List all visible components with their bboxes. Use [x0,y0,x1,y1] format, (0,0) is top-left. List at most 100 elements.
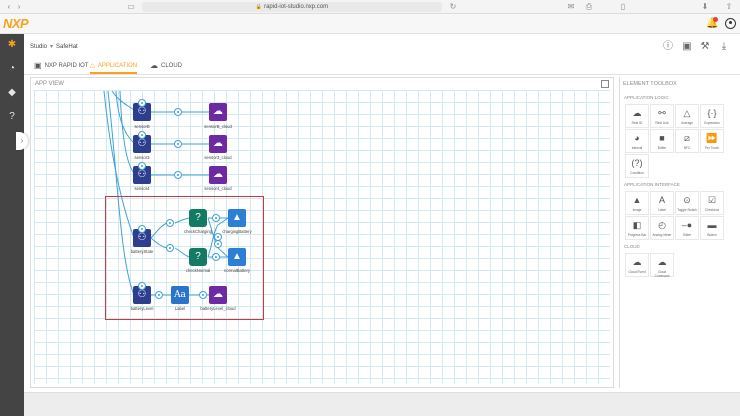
item-label: Per Touch [704,146,720,150]
cloud-upload-icon: ☁ [213,106,223,117]
toolbox-item-cloud-command[interactable]: ☁ Cloud Command [650,253,674,278]
toolbox-item-nfc[interactable]: ⧄ NFC [675,129,699,153]
app-header: NXP 🔔 [0,14,740,34]
cloud-node[interactable]: ☁ [209,166,227,184]
expand-icon[interactable] [601,80,609,88]
cube-icon[interactable]: ◆ [7,88,17,98]
toolbox-item-label[interactable]: A Label [650,191,674,215]
item-label: Interval [631,146,643,150]
port[interactable] [212,253,220,261]
item-label: Label [658,208,666,212]
port[interactable] [199,291,207,299]
item-label: NFC [683,146,691,150]
build-icon[interactable]: ⚒ [699,41,711,53]
item-label: Expression [704,121,720,125]
cloud-node[interactable]: ☁ [209,286,227,304]
port[interactable] [174,108,182,116]
label-node[interactable]: Aa [171,286,189,304]
tab-application[interactable]: ⌂ APPLICATION [90,57,138,74]
toolbox-item-toggle-switch[interactable]: ⊙ Toggle Switch [675,191,699,215]
image-node[interactable]: ▲ [228,248,246,266]
sensor-icon: ⚇ [137,289,147,300]
port[interactable] [138,162,146,170]
toolbox-item-expression[interactable]: {·} Expression [700,104,724,128]
dashboard-icon[interactable]: ◔ [7,64,17,74]
toolbox-item-checkbox[interactable]: ☑ Checkbox [700,191,724,215]
port[interactable] [166,219,174,227]
toolbox-item-average[interactable]: △ Average [675,104,699,128]
port[interactable] [212,214,220,222]
toolbox-item-progress-bar[interactable]: ◧ Progress Bar [625,216,649,240]
help-icon[interactable]: ? [7,112,17,122]
image-icon: ▲ [632,195,642,205]
url-text: rapid-iot-studio.nxp.com [264,4,329,10]
node-caption: sensor4_cloud [204,186,232,191]
text-icon: Aa [174,290,186,300]
share-icon[interactable]: ⇧ [724,2,734,12]
sidebar-expand-handle[interactable]: › [16,132,28,150]
item-label: Rest ID [631,121,643,125]
cloud-upload-icon: ☁ [213,289,223,300]
toolbox-item-condition[interactable]: (?) Condition [625,154,649,178]
tabs-divider [24,74,740,75]
toolbox-item-rest-id[interactable]: ☁ Rest ID [625,104,649,128]
condition-node[interactable]: ? [189,209,207,227]
save-icon[interactable]: ▣ [681,41,693,53]
link-icon: ⚯ [658,108,666,118]
tab-cloud[interactable]: ☁ CLOUD [150,57,182,74]
port[interactable] [214,240,222,248]
download-project-icon[interactable]: ⤓ [718,41,730,53]
toolbox-item-interval[interactable]: ◕ Interval [625,129,649,153]
bottom-bar [24,392,740,416]
tab-nxp-rapid-iot[interactable]: ▣ NXP RAPID IOT [34,57,88,74]
toolbox-item-analog-meter[interactable]: ◴ Analog Meter [650,216,674,240]
item-label: Image [632,208,642,212]
cloud-node[interactable]: ☁ [209,135,227,153]
item-label: Average [681,121,693,125]
browser-toolbar: ‹ › ▭ 🔒 rapid-iot-studio.nxp.com ↻ ✉ ⎙ ▯ … [0,0,740,14]
toolbox-item-slider[interactable]: –● Slider [675,216,699,240]
reload-icon[interactable]: ↻ [448,2,458,12]
info-icon[interactable]: ⓘ [662,41,674,53]
arrows-icon: ⏩ [706,133,718,143]
back-icon[interactable]: ‹ [4,2,14,12]
user-icon[interactable] [725,18,736,29]
print-icon[interactable]: ⎙ [584,2,594,12]
cloud-icon: ☁ [632,108,642,118]
port[interactable] [155,291,163,299]
toolbox-item-cloud-event[interactable]: ☁ Cloud Event [625,253,649,277]
tab-view-icon[interactable]: ▭ [126,2,136,12]
download-icon[interactable]: ⬇ [700,2,710,12]
port[interactable] [138,99,146,107]
node-caption: sensor4 [134,186,150,191]
cloud-command-icon: ☁ [657,257,667,267]
toolbox-item-button[interactable]: ▬ Button [700,216,724,240]
breadcrumb-studio[interactable]: Studio [30,44,47,50]
element-toolbox: ELEMENT TOOLBOX APPLICATION LOGIC ☁ Rest … [619,77,740,388]
image-node[interactable]: ▲ [228,209,246,227]
cloud-icon: ☁ [632,257,642,267]
notification-badge [713,17,718,22]
forward-icon[interactable]: › [14,2,24,12]
toolbox-item-image[interactable]: ▲ Image [625,191,649,215]
toolbox-item-rest-link[interactable]: ⚯ Rest Link [650,104,674,128]
cloud-node[interactable]: ☁ [209,103,227,121]
toolbox-item-buffer[interactable]: ■ Buffer [650,129,674,153]
mail-icon[interactable]: ✉ [566,2,576,12]
nfc-icon: ⧄ [684,133,690,143]
port[interactable] [174,171,182,179]
breadcrumb-project[interactable]: SafeHat [56,44,78,50]
port[interactable] [138,131,146,139]
item-label: Cloud Command [654,270,670,278]
toolbox-item-per-touch[interactable]: ⏩ Per Touch [700,129,724,153]
sidebar-toggle-icon[interactable]: ▯ [618,2,628,12]
port[interactable] [166,244,174,252]
asterisk-icon[interactable]: ✱ [7,40,17,50]
condition-node[interactable]: ? [189,248,207,266]
port[interactable] [174,140,182,148]
port[interactable] [138,282,146,290]
port[interactable] [138,225,146,233]
url-bar[interactable]: 🔒 rapid-iot-studio.nxp.com [142,2,442,12]
nxp-logo[interactable]: NXP [3,16,29,31]
app-icon: ⌂ [90,61,95,70]
